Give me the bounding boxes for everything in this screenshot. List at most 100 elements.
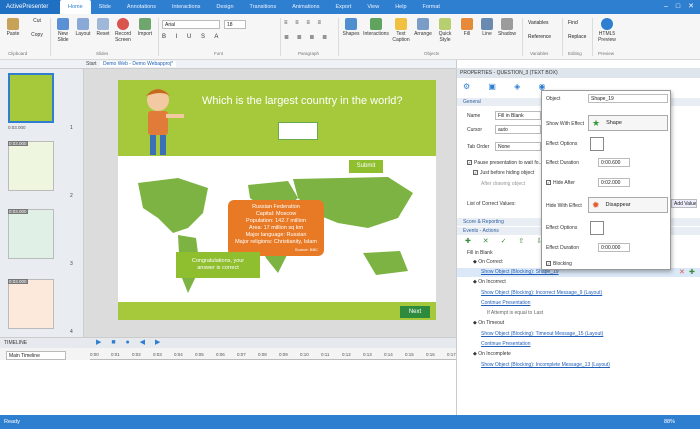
minimize-icon[interactable]: – [664, 0, 668, 14]
hide-duration-field[interactable]: 0:00.000 [598, 243, 630, 252]
cursor-field[interactable]: auto [495, 125, 541, 134]
tab-transitions[interactable]: Transitions [242, 0, 285, 14]
tab-home[interactable]: Home [60, 0, 91, 14]
after-drawing-label: After drawing object [481, 181, 526, 187]
new-slide-button[interactable]: New Slide [54, 18, 72, 43]
doc-tab-start[interactable]: Start [86, 61, 97, 67]
line-icon [481, 18, 493, 30]
tab-format[interactable]: Format [415, 0, 448, 14]
action-link[interactable]: Continue Presentation [481, 300, 530, 306]
effect-duration-label: Effect Duration [546, 160, 579, 166]
find-button[interactable]: Find [568, 20, 578, 26]
replace-button[interactable]: Replace [568, 34, 586, 40]
effect-options-box[interactable] [590, 137, 604, 151]
effect-options-box[interactable] [590, 221, 604, 235]
slide-canvas[interactable]: Which is the largest country in the worl… [118, 80, 436, 320]
html5-preview-button[interactable]: HTML5 Preview [596, 18, 618, 43]
object-select[interactable]: Shape_19 [588, 94, 668, 103]
font-name-select[interactable]: Arial [162, 20, 220, 29]
action-link[interactable]: Continue Presentation [481, 341, 530, 347]
record-screen-button[interactable]: Record Screen [114, 18, 132, 43]
interactions-button[interactable]: Interactions [363, 18, 389, 37]
delete-action-icon[interactable]: ✕ [679, 268, 685, 276]
pause-checkbox[interactable]: ✓ Pause presentation to wait fo... [467, 160, 543, 166]
bubble-line: Area: 17 million sq km [248, 225, 304, 231]
timeline-track-area[interactable] [0, 360, 456, 416]
tab-export[interactable]: Export [327, 0, 359, 14]
timeline-play-controls[interactable]: ▶ ■ ● ◀ ▶ [96, 338, 164, 346]
show-effect-button[interactable]: ★ Shape [588, 115, 668, 131]
correct-message-line: answer is correct [197, 265, 239, 271]
action-link[interactable]: Show Object (Blocking): Incomplete Messa… [481, 362, 610, 368]
copy-button[interactable]: Copy [26, 32, 48, 38]
event-row[interactable]: ◆ On Correct [473, 259, 503, 265]
hide-after-field[interactable]: 0:02.000 [598, 178, 630, 187]
reset-button[interactable]: Reset [94, 18, 112, 37]
font-size-select[interactable]: 18 [224, 20, 246, 29]
event-row[interactable]: ◆ On Timeout [473, 320, 504, 326]
shapes-button[interactable]: Shapes [342, 18, 360, 37]
tab-design[interactable]: Design [208, 0, 241, 14]
cursor-label: Cursor [467, 127, 483, 133]
tab-slide[interactable]: Slide [91, 0, 119, 14]
play-icon [601, 18, 613, 30]
zoom-level[interactable]: 88% [664, 415, 675, 429]
shadow-button[interactable]: Shadow [498, 18, 516, 37]
tab-help[interactable]: Help [387, 0, 414, 14]
tab-view[interactable]: View [359, 0, 387, 14]
layout-button[interactable]: Layout [74, 18, 92, 37]
action-link[interactable]: Show Object (Blocking): Incorrect Messag… [481, 290, 602, 296]
slide-thumbnail[interactable] [8, 279, 54, 329]
font-format-icons[interactable]: B I U S A [162, 34, 222, 40]
hide-after-checkbox[interactable]: ✓ Hide After [546, 180, 575, 186]
event-row[interactable]: ◆ On Incomplete [473, 351, 511, 357]
quick-style-button[interactable]: Quick Style [436, 18, 454, 43]
shadow-icon [501, 18, 513, 30]
event-toolbar-icons[interactable]: ✚ ✕ ✓ ⇧ ⇩ [465, 237, 547, 245]
pause-label: Pause presentation to wait fo... [474, 160, 543, 166]
slide-thumbnail[interactable] [8, 209, 54, 259]
add-value-button[interactable]: Add Value [671, 199, 697, 208]
thumb-number: 1 [70, 125, 73, 131]
fill-button[interactable]: Fill [458, 18, 476, 37]
answer-text-box[interactable] [278, 122, 318, 140]
slide-thumbnail[interactable] [8, 73, 54, 123]
maximize-icon[interactable]: □ [676, 0, 680, 14]
reference-button[interactable]: Reference [528, 34, 551, 40]
app-menu-button[interactable]: ActivePresenter [0, 0, 60, 14]
status-bar: Ready 88% [0, 415, 700, 429]
effect-options-label: Effect Options [546, 141, 578, 147]
submit-button[interactable]: Submit [349, 160, 383, 173]
doc-tab-active[interactable]: Demo Web - Demo Webapproj* [100, 61, 177, 67]
tab-animations[interactable]: Animations [284, 0, 327, 14]
text-caption-button[interactable]: Text Caption [392, 18, 410, 43]
paragraph-icons[interactable]: ≡ ≡ ≡ ≡ [284, 20, 324, 26]
tab-interactions[interactable]: Interactions [164, 0, 208, 14]
show-duration-field[interactable]: 0:00.600 [598, 158, 630, 167]
name-field[interactable]: Fill in Blank [495, 111, 541, 120]
add-action-icon[interactable]: ✚ [689, 268, 695, 276]
hide-after-label: Hide After [553, 180, 575, 186]
blocking-checkbox[interactable]: ✓ Blocking [546, 261, 572, 267]
align-icons[interactable]: ≣ ≣ ≣ ≣ [284, 34, 330, 41]
bubble-line: Major language: Russian [245, 232, 307, 238]
variables-button[interactable]: Variables [528, 20, 548, 26]
slide-thumbnail[interactable] [8, 141, 54, 191]
hide-effect-button[interactable]: ✹ Disappear [588, 197, 668, 213]
import-button[interactable]: Import [136, 18, 154, 37]
action-link[interactable]: Show Object (Blocking): Timeout Message_… [481, 331, 603, 337]
cut-button[interactable]: Cut [26, 18, 48, 24]
tab-order-select[interactable]: None [495, 142, 541, 151]
window-controls: – □ ✕ [664, 0, 694, 14]
line-button[interactable]: Line [478, 18, 496, 37]
tab-annotations[interactable]: Annotations [119, 0, 164, 14]
close-icon[interactable]: ✕ [688, 0, 694, 14]
event-row[interactable]: ◆ On Incorrect [473, 279, 506, 285]
arrange-button[interactable]: Arrange [414, 18, 432, 37]
paste-button[interactable]: Paste [4, 18, 22, 37]
before-hiding-radio[interactable]: ✓ Just before hiding object [473, 170, 534, 176]
bubble-line: Capital: Moscow [255, 211, 297, 217]
timeline-track-select[interactable]: Main Timeline [6, 351, 66, 360]
properties-tab-icons[interactable]: ⚙ ▣ ◈ ◉ [463, 82, 554, 91]
next-button[interactable]: Next [400, 306, 430, 318]
